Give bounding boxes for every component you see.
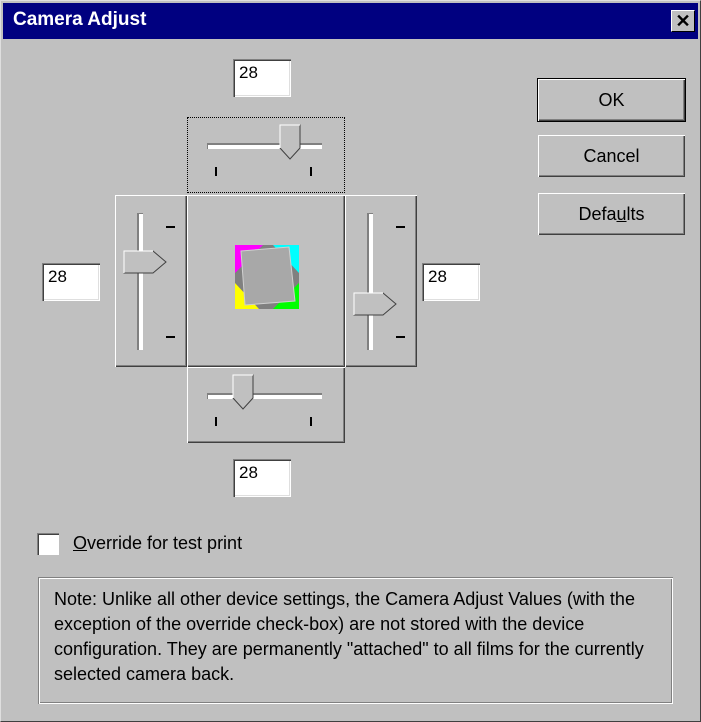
ok-button[interactable]: OK bbox=[538, 79, 685, 121]
note-text: Note: Unlike all other device settings, … bbox=[38, 577, 673, 704]
color-square-preview-icon bbox=[235, 245, 299, 309]
defaults-button[interactable]: Defaults bbox=[538, 193, 685, 235]
override-test-print-checkbox[interactable] bbox=[37, 533, 59, 555]
right-slider[interactable] bbox=[345, 195, 417, 367]
right-slider-thumb[interactable] bbox=[353, 292, 397, 316]
window-title: Camera Adjust bbox=[13, 9, 147, 30]
right-value-input[interactable]: 28 bbox=[422, 263, 480, 301]
cancel-button[interactable]: Cancel bbox=[538, 135, 685, 177]
camera-preview-panel bbox=[187, 195, 345, 367]
camera-adjust-dialog: Camera Adjust ✕ 28 28 28 28 OK Cancel De… bbox=[0, 0, 701, 722]
top-value-input[interactable]: 28 bbox=[233, 59, 291, 97]
bottom-value-input[interactable]: 28 bbox=[233, 459, 291, 497]
left-slider[interactable] bbox=[115, 195, 187, 367]
bottom-slider-thumb[interactable] bbox=[232, 374, 254, 410]
override-test-print-label[interactable]: Override for test print bbox=[73, 533, 242, 554]
left-slider-thumb[interactable] bbox=[123, 250, 167, 274]
close-icon[interactable]: ✕ bbox=[671, 10, 695, 32]
top-slider[interactable] bbox=[187, 117, 345, 193]
top-slider-thumb[interactable] bbox=[279, 124, 301, 160]
title-bar: Camera Adjust ✕ bbox=[3, 3, 698, 39]
left-value-input[interactable]: 28 bbox=[42, 263, 100, 301]
bottom-slider[interactable] bbox=[187, 367, 345, 443]
